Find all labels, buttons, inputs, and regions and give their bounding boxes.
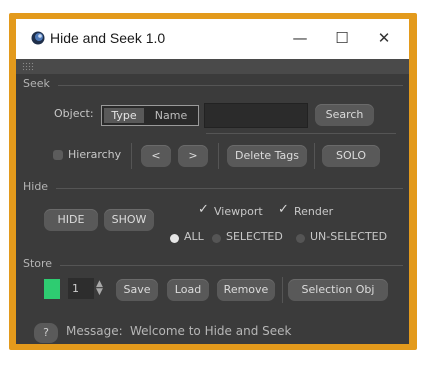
selected-label: SELECTED bbox=[226, 230, 283, 243]
seek-separator bbox=[314, 143, 315, 169]
panel-grip-bar[interactable] bbox=[16, 59, 409, 74]
type-mode-button[interactable]: Type bbox=[104, 108, 144, 123]
load-button[interactable]: Load bbox=[167, 279, 209, 301]
title-bar[interactable]: Hide and Seek 1.0 — ☐ ✕ bbox=[16, 19, 409, 59]
grip-handle-icon[interactable] bbox=[22, 62, 34, 71]
previous-button[interactable]: < bbox=[141, 145, 171, 167]
solo-button[interactable]: SOLO bbox=[322, 145, 380, 167]
store-section-divider bbox=[60, 265, 403, 266]
seek-section-label: Seek bbox=[23, 77, 50, 90]
object-mode-toggle[interactable]: Type Name bbox=[101, 105, 199, 126]
hide-section-label: Hide bbox=[23, 180, 49, 193]
store-separator bbox=[282, 277, 283, 303]
window-title: Hide and Seek 1.0 bbox=[50, 30, 166, 46]
seek-inner-divider bbox=[206, 133, 396, 134]
message-text: Welcome to Hide and Seek bbox=[130, 324, 292, 338]
seek-section-divider bbox=[58, 85, 403, 86]
unselected-radio[interactable] bbox=[296, 234, 305, 243]
close-button[interactable]: ✕ bbox=[364, 25, 404, 51]
save-button[interactable]: Save bbox=[116, 279, 158, 301]
unselected-label: UN-SELECTED bbox=[310, 230, 388, 243]
viewport-label: Viewport bbox=[214, 205, 263, 218]
hide-section-divider bbox=[56, 188, 403, 189]
render-label: Render bbox=[294, 205, 334, 218]
selected-radio[interactable] bbox=[212, 234, 221, 243]
hide-button[interactable]: HIDE bbox=[44, 209, 98, 231]
selection-obj-button[interactable]: Selection Obj bbox=[288, 279, 388, 301]
hide-and-seek-window: Hide and Seek 1.0 — ☐ ✕ Seek Object: Typ… bbox=[16, 19, 409, 344]
help-button[interactable]: ? bbox=[34, 323, 58, 343]
name-mode-button[interactable]: Name bbox=[146, 108, 196, 123]
search-button[interactable]: Search bbox=[315, 104, 374, 126]
minimize-button[interactable]: — bbox=[280, 25, 320, 51]
store-slot-field[interactable]: 1 bbox=[68, 278, 94, 299]
hierarchy-label: Hierarchy bbox=[68, 148, 122, 161]
slot-stepper-icon[interactable]: ▲ ▼ bbox=[96, 280, 103, 297]
seek-separator bbox=[218, 143, 219, 169]
seek-separator bbox=[131, 143, 132, 169]
next-button[interactable]: > bbox=[178, 145, 208, 167]
maximize-button[interactable]: ☐ bbox=[322, 25, 362, 51]
delete-tags-button[interactable]: Delete Tags bbox=[227, 145, 307, 167]
store-section-label: Store bbox=[23, 257, 53, 270]
all-radio[interactable] bbox=[170, 234, 179, 243]
app-logo-icon bbox=[31, 31, 45, 45]
object-input[interactable] bbox=[204, 103, 308, 128]
message-label: Message: bbox=[66, 324, 123, 338]
object-label: Object: bbox=[54, 107, 94, 120]
store-color-swatch[interactable] bbox=[44, 279, 60, 299]
hierarchy-checkbox[interactable] bbox=[53, 150, 63, 160]
show-button[interactable]: SHOW bbox=[104, 209, 154, 231]
render-check-icon[interactable]: ✓ bbox=[278, 202, 289, 217]
remove-button[interactable]: Remove bbox=[217, 279, 275, 301]
all-label: ALL bbox=[184, 230, 204, 243]
viewport-check-icon[interactable]: ✓ bbox=[198, 202, 209, 217]
